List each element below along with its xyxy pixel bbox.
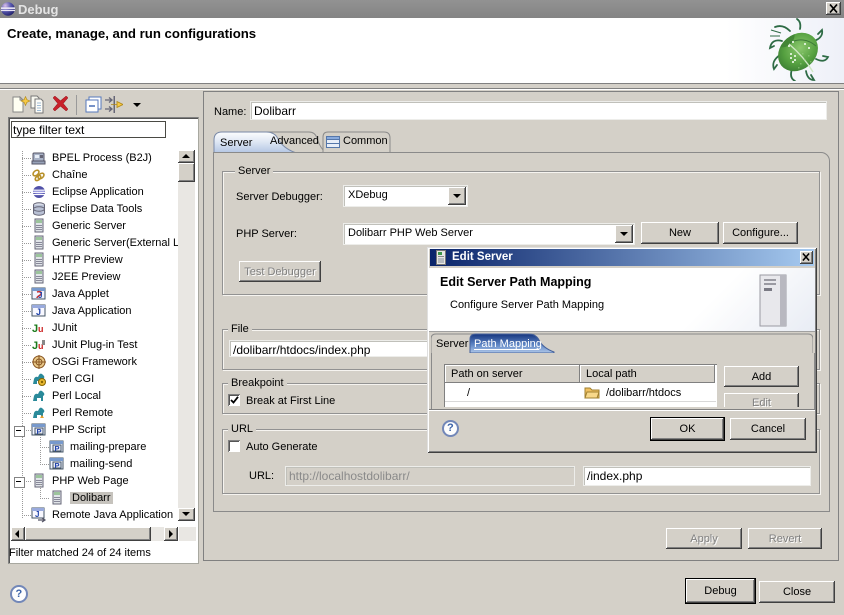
svg-text:J: J xyxy=(36,307,41,317)
svg-text:Server: Server xyxy=(436,338,469,350)
svg-text:P: P xyxy=(55,444,60,453)
svg-text:Path Mapping: Path Mapping xyxy=(474,338,542,350)
svg-text:Server: Server xyxy=(220,137,253,149)
svg-text:P: P xyxy=(55,461,60,470)
svg-text:u: u xyxy=(38,324,44,334)
svg-text:J: J xyxy=(38,291,42,300)
svg-text:J: J xyxy=(35,510,39,519)
